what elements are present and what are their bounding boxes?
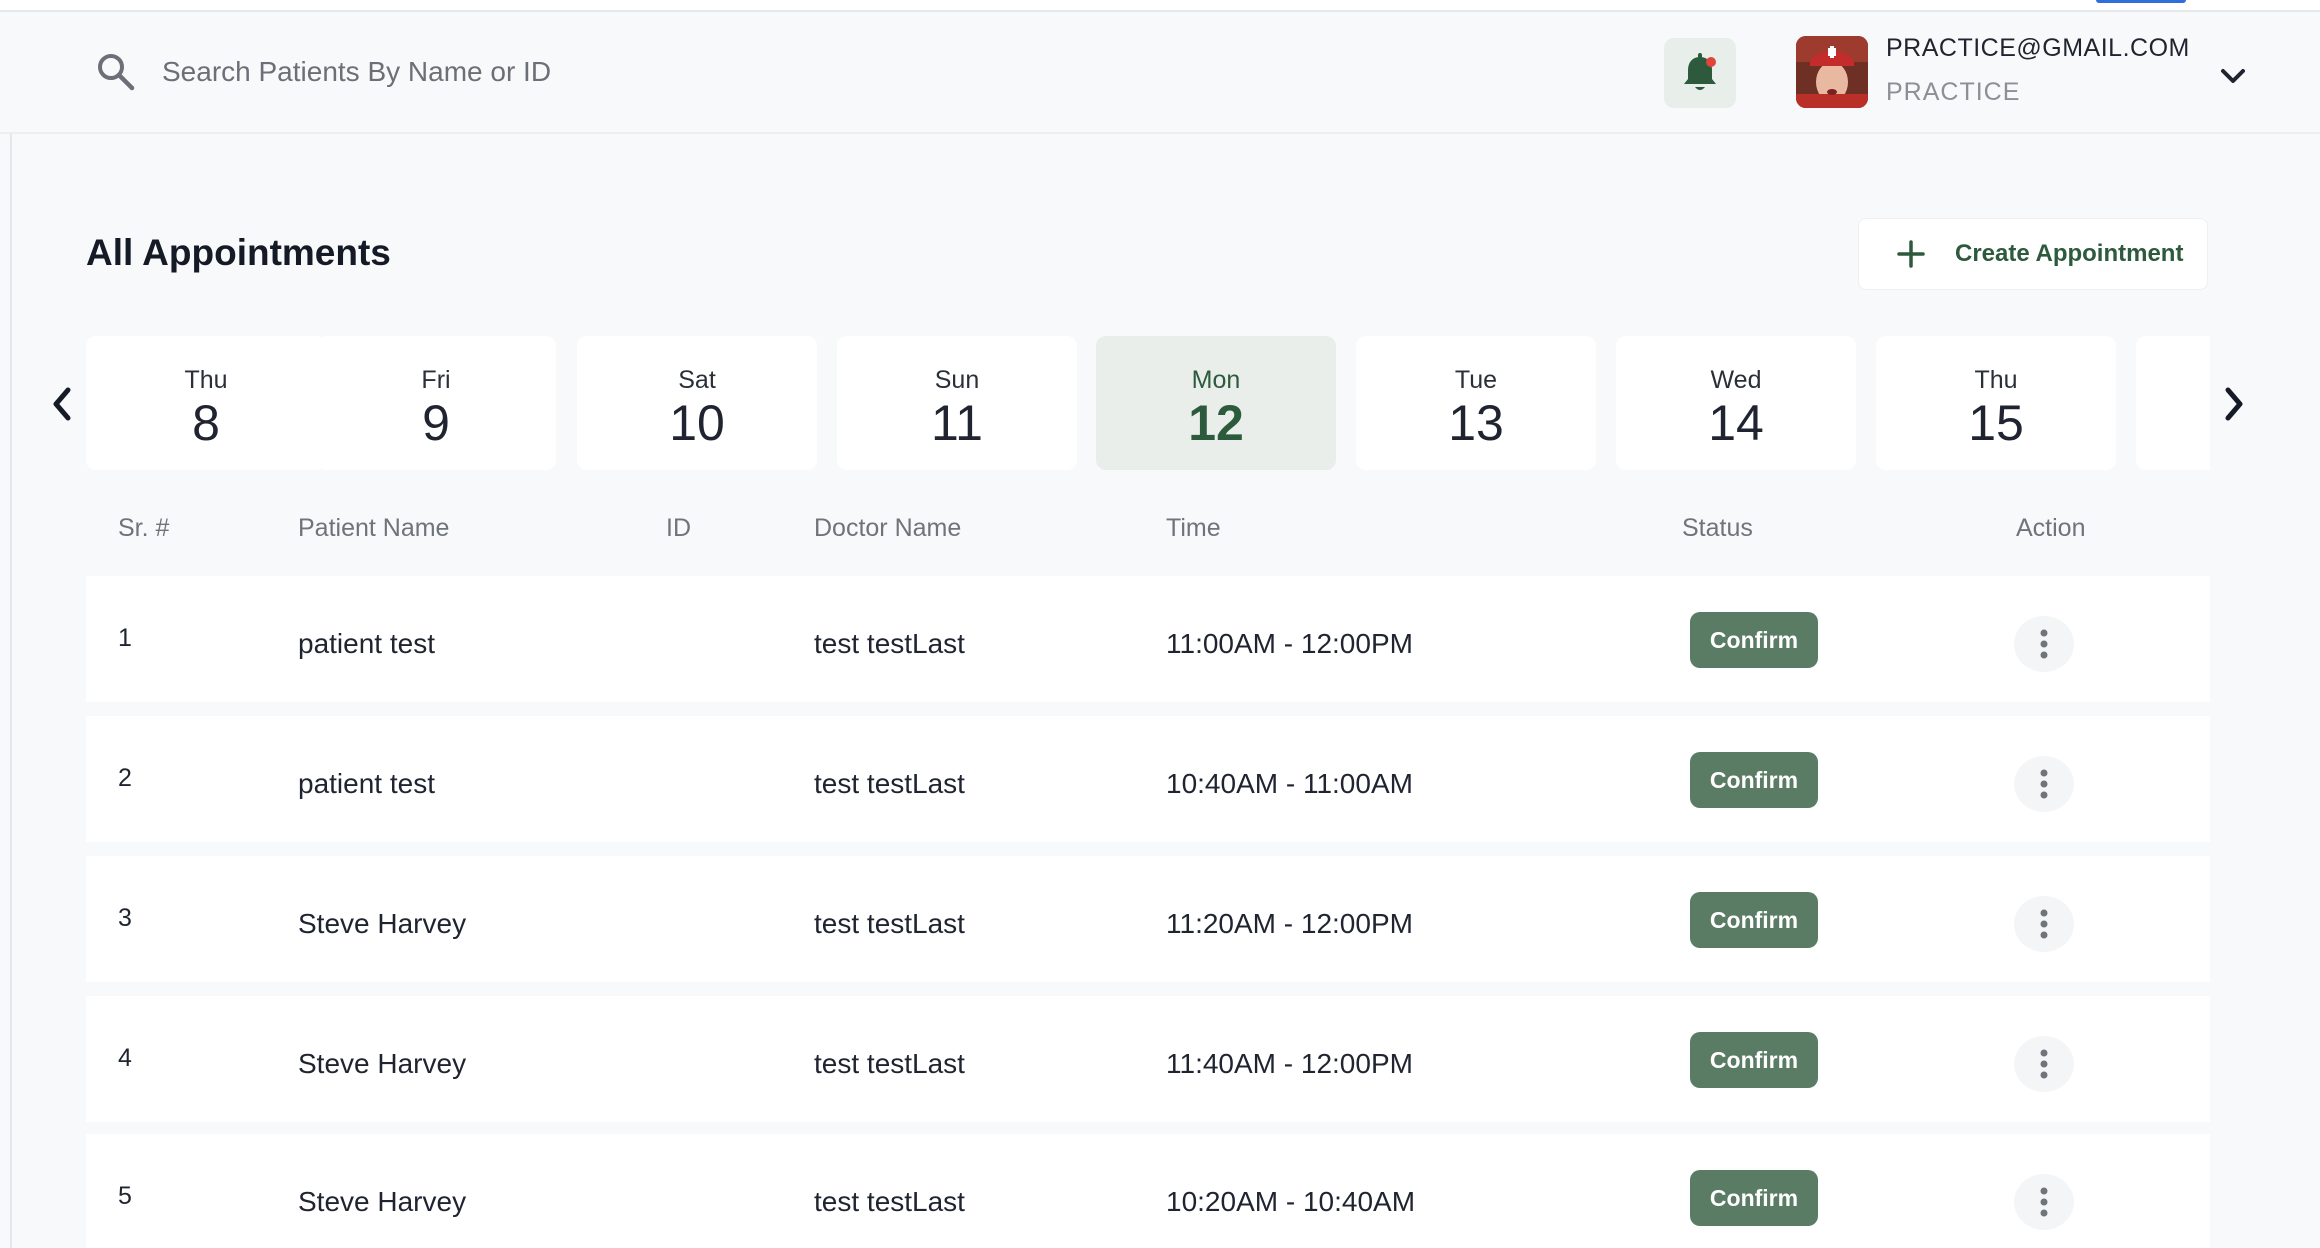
date-card-thu-15[interactable]: Thu 15 — [1876, 336, 2116, 470]
row-action-button[interactable] — [2014, 1036, 2074, 1092]
table-row: 1 patient test test testLast 11:00AM - 1… — [86, 576, 2210, 702]
confirm-button[interactable]: Confirm — [1690, 1170, 1818, 1226]
bell-icon — [1684, 53, 1716, 90]
date-card-fri-9[interactable]: Fri 9 — [316, 336, 556, 470]
create-appointment-label: Create Appointment — [1955, 240, 2184, 267]
browser-top-bar — [0, 0, 2320, 12]
date-dom: 9 — [422, 395, 450, 451]
date-dom: 11 — [931, 395, 983, 451]
plus-icon — [1897, 240, 1925, 268]
row-patient-name: patient test — [298, 628, 435, 659]
row-doctor-name: test testLast — [814, 628, 965, 659]
date-dom: 8 — [192, 395, 220, 451]
more-vertical-icon — [2040, 769, 2048, 799]
row-patient-name: Steve Harvey — [298, 1186, 467, 1217]
date-card-tue-13[interactable]: Tue 13 — [1356, 336, 1596, 470]
row-sr: 4 — [118, 1044, 132, 1072]
date-dom: 14 — [1708, 395, 1764, 451]
date-card-thu-8[interactable]: Thu 8 — [86, 336, 326, 470]
row-action-button[interactable] — [2014, 756, 2074, 812]
table-row: 2 patient test test testLast 10:40AM - 1… — [86, 716, 2210, 842]
date-dow: Tue — [1454, 366, 1498, 394]
chevron-right-icon[interactable] — [2218, 384, 2250, 424]
row-doctor-name: test testLast — [814, 1048, 965, 1079]
column-header-status: Status — [1682, 514, 1753, 542]
sidebar-divider — [10, 134, 12, 1248]
table-row: 5 Steve Harvey test testLast 10:20AM - 1… — [86, 1134, 2210, 1248]
date-card-mon-12-selected[interactable]: Mon 12 — [1096, 336, 1336, 470]
confirm-button[interactable]: Confirm — [1690, 612, 1818, 668]
row-action-button[interactable] — [2014, 616, 2074, 672]
avatar[interactable] — [1796, 36, 1868, 108]
date-dom: 10 — [669, 395, 725, 451]
create-appointment-button[interactable]: Create Appointment — [1858, 218, 2208, 290]
table-row: 4 Steve Harvey test testLast 11:40AM - 1… — [86, 996, 2210, 1122]
row-time: 10:40AM - 11:00AM — [1166, 768, 1413, 799]
row-sr: 5 — [118, 1182, 132, 1210]
date-card-wed-14[interactable]: Wed 14 — [1616, 336, 1856, 470]
user-role: PRACTICE — [1886, 78, 2021, 106]
more-vertical-icon — [2040, 1049, 2048, 1079]
more-vertical-icon — [2040, 629, 2048, 659]
row-patient-name: patient test — [298, 768, 435, 799]
column-header-sr: Sr. # — [118, 514, 170, 542]
date-dow: Fri — [421, 366, 451, 394]
table-row: 3 Steve Harvey test testLast 11:20AM - 1… — [86, 856, 2210, 982]
table-header: Sr. # Patient Name ID Doctor Name Time S… — [86, 508, 2210, 552]
search-input[interactable] — [162, 48, 1062, 96]
column-header-action: Action — [2016, 514, 2086, 542]
row-time: 11:20AM - 12:00PM — [1166, 908, 1413, 939]
avatar-image — [1796, 36, 1868, 108]
row-sr: 2 — [118, 764, 132, 792]
confirm-button[interactable]: Confirm — [1690, 1032, 1818, 1088]
more-vertical-icon — [2040, 909, 2048, 939]
user-email: PRACTICE@GMAIL.COM — [1886, 34, 2190, 62]
row-doctor-name: test testLast — [814, 908, 965, 939]
date-dom: 13 — [1448, 395, 1504, 451]
date-dom: 15 — [1968, 395, 2024, 451]
row-doctor-name: test testLast — [814, 768, 965, 799]
date-dom: 12 — [1188, 395, 1244, 451]
notifications-button[interactable] — [1664, 38, 1736, 108]
date-strip: Thu 8 Fri 9 Sat 10 Sun 11 Mon 12 Tue 13 … — [86, 336, 2210, 470]
page-title: All Appointments — [86, 232, 391, 273]
app-root: PRACTICE@GMAIL.COM PRACTICE All Appointm… — [0, 0, 2320, 1248]
column-header-patient-name: Patient Name — [298, 514, 450, 542]
date-card-sat-10[interactable]: Sat 10 — [577, 336, 817, 470]
top-header: PRACTICE@GMAIL.COM PRACTICE — [0, 12, 2320, 134]
top-accent-bar — [2096, 0, 2186, 3]
date-dow: Wed — [1710, 366, 1762, 394]
row-patient-name: Steve Harvey — [298, 1048, 467, 1079]
date-dow: Sat — [678, 366, 716, 394]
row-time: 11:00AM - 12:00PM — [1166, 628, 1413, 659]
column-header-id: ID — [666, 514, 691, 542]
date-dow: Sun — [934, 366, 980, 394]
row-action-button[interactable] — [2014, 896, 2074, 952]
column-header-time: Time — [1166, 514, 1221, 542]
row-action-button[interactable] — [2014, 1174, 2074, 1230]
confirm-button[interactable]: Confirm — [1690, 752, 1818, 808]
date-dow: Thu — [184, 366, 228, 394]
chevron-left-icon[interactable] — [46, 384, 78, 424]
more-vertical-icon — [2040, 1187, 2048, 1217]
row-time: 10:20AM - 10:40AM — [1166, 1186, 1416, 1217]
column-header-doctor-name: Doctor Name — [814, 514, 962, 542]
confirm-button[interactable]: Confirm — [1690, 892, 1818, 948]
search-icon[interactable] — [94, 50, 138, 94]
row-doctor-name: test testLast — [814, 1186, 965, 1217]
row-patient-name: Steve Harvey — [298, 908, 467, 939]
row-time: 11:40AM - 12:00PM — [1166, 1048, 1413, 1079]
date-card-partial[interactable] — [2136, 336, 2210, 470]
date-dow: Mon — [1191, 366, 1241, 394]
row-sr: 1 — [118, 624, 132, 652]
row-sr: 3 — [118, 904, 132, 932]
date-dow: Thu — [1974, 366, 2018, 394]
date-card-sun-11[interactable]: Sun 11 — [837, 336, 1077, 470]
chevron-down-icon[interactable] — [2218, 66, 2248, 86]
